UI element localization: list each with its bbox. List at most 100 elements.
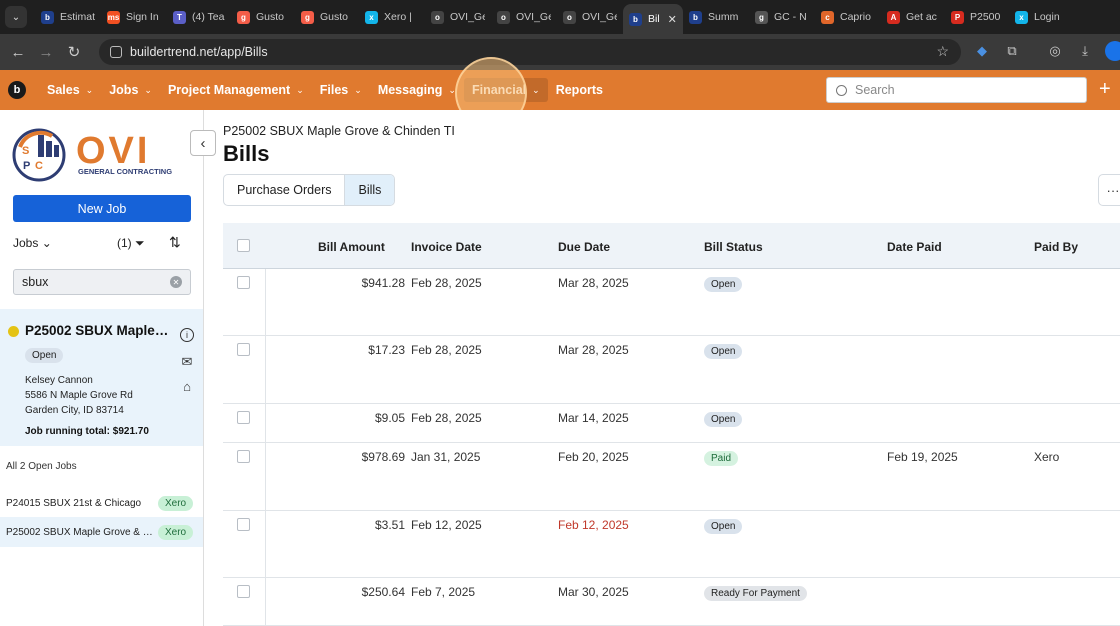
row-checkbox[interactable]	[237, 518, 250, 531]
col-bill-amount[interactable]: Bill Amount	[318, 240, 385, 254]
browser-tab[interactable]: x Login	[1009, 4, 1069, 30]
jobs-filter-dropdown[interactable]: Jobs ⌄	[13, 236, 52, 250]
bill-amount-cell[interactable]: $978.69	[265, 450, 405, 464]
nav-jobs[interactable]: Jobs ⌄	[101, 78, 160, 102]
table-row[interactable]: $17.23 Feb 28, 2025 Mar 28, 2025 Open	[223, 336, 1120, 404]
col-invoice-date[interactable]: Invoice Date	[411, 240, 482, 254]
nav-project-management[interactable]: Project Management ⌄	[160, 78, 312, 102]
nav-files[interactable]: Files ⌄	[312, 78, 370, 102]
invoice-date-cell: Jan 31, 2025	[411, 450, 481, 464]
browser-tab[interactable]: g GC - N	[749, 4, 815, 30]
download-icon[interactable]: ⤓	[1076, 43, 1094, 61]
browser-tab[interactable]: A Get ac	[881, 4, 945, 30]
col-paid-by[interactable]: Paid By	[1034, 240, 1078, 254]
tab-favicon-icon: x	[1015, 10, 1028, 24]
logo-initial-p: P	[23, 160, 30, 172]
browser-tab[interactable]: g Gusto	[231, 4, 295, 30]
profile-avatar[interactable]	[1105, 41, 1120, 61]
bill-amount-cell[interactable]: $3.51	[265, 518, 405, 532]
table-row[interactable]: $250.64 Feb 7, 2025 Mar 30, 2025 Ready For …	[223, 578, 1120, 626]
select-all-checkbox[interactable]	[237, 239, 250, 252]
col-bill-status[interactable]: Bill Status	[704, 240, 763, 254]
logo-initial-s: S	[22, 145, 29, 157]
chevron-down-icon: ⌄	[532, 84, 540, 95]
url-text: buildertrend.net/app/Bills	[130, 45, 268, 59]
row-checkbox[interactable]	[237, 411, 250, 424]
nav-messaging[interactable]: Messaging ⌄	[370, 78, 464, 102]
tab-favicon-icon: g	[301, 10, 314, 24]
table-row[interactable]: $978.69 Jan 31, 2025 Feb 20, 2025 Paid Feb 1…	[223, 443, 1120, 511]
extensions-icon[interactable]: ⧉	[1003, 43, 1021, 61]
table-row[interactable]: $3.51 Feb 12, 2025 Feb 12, 2025 Open	[223, 511, 1120, 578]
buildertrend-logo[interactable]: b	[8, 81, 26, 99]
job-list-item[interactable]: P25002 SBUX Maple Grove & Chinden TIXero	[0, 517, 203, 547]
home-icon[interactable]: ⌂	[180, 379, 194, 394]
tab-title: Estimat	[60, 11, 95, 23]
browser-tab[interactable]: o OVI_Ge	[557, 4, 623, 30]
col-due-date[interactable]: Due Date	[558, 240, 610, 254]
info-icon[interactable]: i	[180, 328, 194, 342]
browser-tab[interactable]: ms Sign In	[101, 4, 167, 30]
sort-icon[interactable]: ⇅	[169, 234, 181, 251]
add-icon[interactable]: +	[1099, 78, 1111, 101]
job-list-item[interactable]: P24015 SBUX 21st & Chicago Xero	[0, 488, 203, 518]
nav-sales[interactable]: Sales ⌄	[39, 78, 101, 102]
new-job-button[interactable]: New Job	[13, 195, 191, 222]
row-checkbox[interactable]	[237, 585, 250, 598]
job-address: Kelsey Cannon 5586 N Maple Grove Rd Gard…	[25, 373, 133, 418]
site-info-icon[interactable]	[110, 46, 122, 58]
shield-extension-icon[interactable]: ◆	[973, 43, 991, 61]
performance-icon[interactable]: ◎	[1046, 43, 1064, 61]
logo-ovi-text: OVI	[76, 130, 150, 172]
browser-tab[interactable]: o OVI_Ge	[425, 4, 491, 30]
tab-purchase-orders[interactable]: Purchase Orders	[224, 175, 344, 205]
browser-tab[interactable]: c Caprio	[815, 4, 881, 30]
browser-tab[interactable]: b Summ	[683, 4, 749, 30]
tab-bills[interactable]: Bills	[344, 175, 395, 205]
forward-icon[interactable]: →	[32, 44, 60, 61]
table-row[interactable]: $9.05 Feb 28, 2025 Mar 14, 2025 Open	[223, 404, 1120, 443]
sidebar: S P C OVI GENERAL CONTRACTING New Job Jo…	[0, 110, 204, 626]
browser-tab[interactable]: T (4) Tea	[167, 4, 231, 30]
filter-button[interactable]: (1) ⏷	[117, 236, 145, 251]
nav-item-label: Financial	[471, 83, 527, 97]
bill-amount-cell[interactable]: $941.28	[265, 276, 405, 290]
browser-tab-strip: ⌄ b Estimat ms Sign In T (4) Tea g Gusto g Gusto x…	[0, 0, 1120, 34]
global-search-input[interactable]: Search	[826, 77, 1087, 103]
bookmark-star-icon[interactable]: ☆	[936, 43, 949, 60]
close-tab-icon[interactable]: ✕	[668, 13, 677, 26]
browser-tab[interactable]: x Xero |	[359, 4, 425, 30]
mail-icon[interactable]: ✉	[180, 354, 194, 369]
job-status-dot	[8, 326, 19, 337]
tab-search-button[interactable]: ⌄	[5, 6, 27, 28]
col-date-paid[interactable]: Date Paid	[887, 240, 942, 254]
bill-amount-cell[interactable]: $250.64	[265, 585, 405, 599]
selected-job-card[interactable]: P25002 SBUX Maple Grove & Chinden TI Ope…	[0, 309, 203, 446]
reload-icon[interactable]: ↻	[60, 43, 88, 61]
browser-tab[interactable]: o OVI_Ge	[491, 4, 557, 30]
chevron-down-icon: ⌄	[296, 84, 304, 95]
job-search-input[interactable]: sbux ✕	[13, 269, 191, 295]
tab-favicon-icon: c	[821, 10, 834, 24]
nav-financial[interactable]: Financial ⌄	[463, 78, 548, 102]
nav-reports[interactable]: Reports	[548, 78, 611, 102]
browser-tab[interactable]: P P2500	[945, 4, 1009, 30]
browser-tab[interactable]: b Bil ✕	[623, 4, 683, 34]
row-checkbox[interactable]	[237, 450, 250, 463]
more-options-button[interactable]: ···	[1098, 174, 1120, 206]
url-field[interactable]: buildertrend.net/app/Bills ☆	[99, 39, 961, 65]
bill-amount-cell[interactable]: $17.23	[265, 343, 405, 357]
browser-tab[interactable]: g Gusto	[295, 4, 359, 30]
address-bar: ← → ↻ buildertrend.net/app/Bills ☆ ◆ ⧉ ◎…	[0, 34, 1120, 70]
table-row[interactable]: $941.28 Feb 28, 2025 Mar 28, 2025 Open	[223, 269, 1120, 336]
tab-title: OVI_Ge	[582, 11, 617, 23]
row-checkbox[interactable]	[237, 276, 250, 289]
bill-amount-cell[interactable]: $9.05	[265, 411, 405, 425]
browser-tab[interactable]: b Estimat	[35, 4, 101, 30]
back-icon[interactable]: ←	[4, 44, 32, 61]
collapse-sidebar-button[interactable]: ‹	[190, 130, 216, 156]
filter-count: (1)	[117, 236, 132, 250]
row-checkbox[interactable]	[237, 343, 250, 356]
tab-favicon-icon: o	[563, 10, 576, 24]
clear-search-icon[interactable]: ✕	[170, 276, 182, 288]
